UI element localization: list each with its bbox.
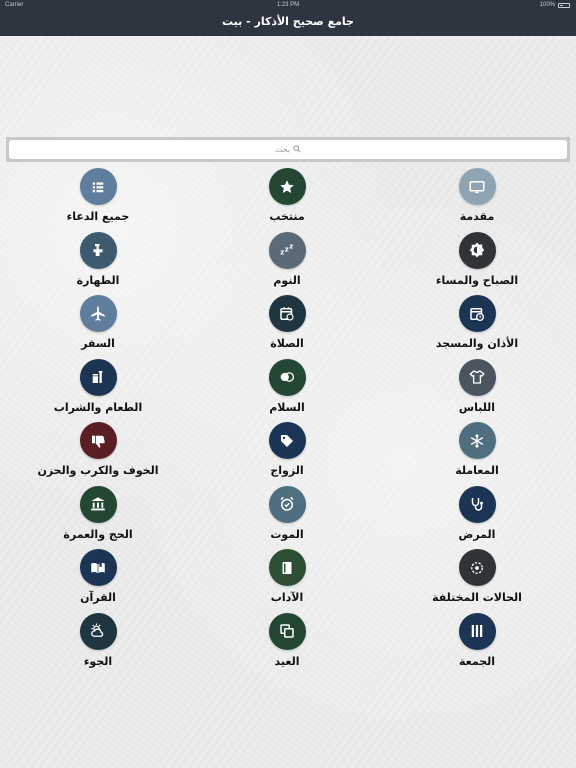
menu-item-label: الأذان والمسجد bbox=[435, 337, 519, 350]
navigation-bar: Carrier 1:23 PM 100% جامع صحيح الأذكار -… bbox=[0, 0, 576, 36]
menu-item[interactable]: الآداب bbox=[212, 549, 362, 609]
menu-item[interactable]: الصلاة bbox=[212, 295, 362, 355]
star-icon bbox=[268, 168, 306, 205]
menu-item-label: النوم bbox=[273, 273, 301, 287]
search-placeholder: بحث bbox=[274, 145, 291, 154]
search-input[interactable]: بحث bbox=[9, 140, 567, 159]
menu-item[interactable]: z z z النوم bbox=[212, 231, 362, 292]
layers-icon bbox=[268, 612, 306, 650]
menu-item[interactable]: الطهارة bbox=[23, 231, 173, 292]
menu-item[interactable]: جميع الدعاء bbox=[23, 168, 173, 228]
menu-item[interactable]: الطعام والشراب bbox=[23, 358, 173, 419]
menu-item[interactable]: الأذان والمسجد bbox=[402, 295, 552, 355]
search-bar: بحث bbox=[6, 137, 570, 162]
shirt-icon bbox=[458, 358, 496, 396]
airplane-icon bbox=[79, 295, 117, 332]
menu-item-label: الطهارة bbox=[76, 273, 120, 287]
menu-item[interactable]: المعاملة bbox=[402, 422, 552, 482]
target-icon bbox=[458, 549, 496, 586]
menu-item[interactable]: العيد bbox=[212, 612, 362, 673]
zzz-icon: zzz bbox=[268, 231, 306, 269]
weather-icon bbox=[79, 612, 117, 650]
book-icon bbox=[268, 549, 306, 586]
menu-item[interactable]: الحالات المختلفة bbox=[402, 549, 552, 609]
menu-item-label: السلام bbox=[269, 400, 305, 414]
menu-item-label: الجوء bbox=[83, 654, 113, 668]
menu-item[interactable]: الجوء bbox=[23, 612, 173, 673]
svg-text:z: z bbox=[289, 243, 293, 251]
screen-icon bbox=[458, 168, 496, 205]
menu-item-label: الموت bbox=[270, 527, 304, 541]
menu-item-label: منتخب bbox=[269, 210, 305, 223]
menu-item[interactable]: المرض bbox=[402, 485, 552, 546]
menu-item[interactable]: منتخب bbox=[212, 168, 362, 228]
alarm-icon bbox=[268, 485, 306, 523]
faucet-icon bbox=[79, 231, 117, 269]
menu-item[interactable]: الحج والعمرة bbox=[23, 485, 173, 546]
food-icon bbox=[79, 358, 117, 396]
menu-item-label: الطعام والشراب bbox=[53, 400, 143, 414]
menu-item[interactable]: القرآن bbox=[23, 549, 173, 609]
battery-icon bbox=[558, 2, 570, 8]
menu-item[interactable]: مقدمة bbox=[402, 168, 552, 228]
menu-item-label: اللباس bbox=[458, 400, 496, 414]
menu-item-label: جميع الدعاء bbox=[66, 210, 130, 223]
menu-item-label: الزواج bbox=[270, 464, 304, 477]
battery-percent: 100% bbox=[539, 2, 555, 8]
menu-item[interactable]: السفر bbox=[23, 295, 173, 355]
brightness-icon bbox=[458, 231, 496, 269]
menu-item[interactable]: اللباس bbox=[402, 358, 552, 419]
list-icon bbox=[79, 168, 117, 205]
columns-icon bbox=[458, 612, 496, 650]
svg-text:z: z bbox=[285, 246, 289, 254]
menu-item[interactable]: الصباح والمساء bbox=[402, 231, 552, 292]
calendar-icon bbox=[268, 295, 306, 332]
tag-icon bbox=[268, 422, 306, 459]
menu-item-label: المعاملة bbox=[455, 464, 499, 477]
menu-item-label: الجمعة bbox=[458, 654, 496, 668]
search-icon bbox=[293, 144, 301, 155]
svg-text:z: z bbox=[280, 249, 284, 257]
stethoscope-icon bbox=[458, 485, 496, 523]
status-bar: Carrier 1:23 PM 100% bbox=[0, 0, 576, 12]
menu-item-label: الحالات المختلفة bbox=[432, 591, 522, 604]
menu-item-label: السفر bbox=[81, 337, 115, 350]
bank-icon bbox=[79, 485, 117, 523]
menu-item-label: الحج والعمرة bbox=[63, 527, 133, 541]
battery-status: 100% bbox=[540, 2, 570, 8]
snowflake-icon bbox=[458, 422, 496, 459]
page-title: جامع صحيح الأذكار - بيت bbox=[222, 15, 354, 28]
menu-item-label: الآداب bbox=[270, 591, 304, 604]
calendar-clock-icon bbox=[458, 295, 496, 332]
menu-item[interactable]: الزواج bbox=[212, 422, 362, 482]
thumbs-down-icon bbox=[79, 422, 117, 459]
menu-item-label: مقدمة bbox=[459, 210, 495, 223]
menu-item-label: المرض bbox=[458, 527, 496, 541]
menu-item-label: العيد bbox=[274, 654, 300, 668]
menu-item[interactable]: الجمعة bbox=[402, 612, 552, 673]
menu-item[interactable]: السلام bbox=[212, 358, 362, 419]
menu-item-label: الخوف والكرب والحزن bbox=[37, 464, 159, 477]
status-time: 1:23 PM bbox=[276, 2, 300, 8]
menu-item[interactable]: الخوف والكرب والحزن bbox=[23, 422, 173, 482]
menu-item-label: القرآن bbox=[80, 591, 116, 604]
open-book-icon bbox=[79, 549, 117, 586]
toggle-icon bbox=[268, 358, 306, 396]
menu-item[interactable]: الموت bbox=[212, 485, 362, 546]
menu-item-label: الصلاة bbox=[270, 337, 304, 350]
menu-item-label: الصباح والمساء bbox=[435, 273, 519, 287]
